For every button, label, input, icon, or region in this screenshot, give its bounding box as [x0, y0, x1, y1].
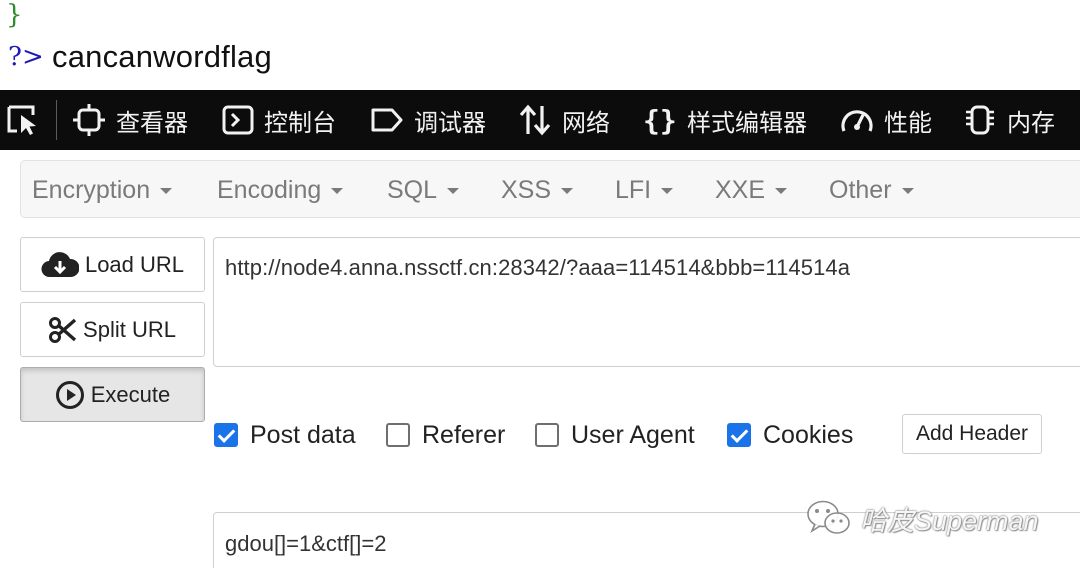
menu-other-label: Other	[829, 175, 892, 204]
url-textarea[interactable]: http://node4.anna.nssctf.cn:28342/?aaa=1…	[213, 237, 1080, 367]
tab-debugger[interactable]: 调试器	[370, 90, 486, 150]
caret-down-icon	[447, 188, 460, 194]
menu-encoding-label: Encoding	[217, 175, 322, 204]
caret-down-icon	[561, 188, 574, 194]
tab-network[interactable]: 网络	[518, 90, 610, 150]
split-url-label: Split URL	[83, 316, 176, 342]
tab-inspector[interactable]: 查看器	[72, 90, 188, 150]
cookies-checkbox[interactable]	[727, 423, 751, 447]
scissors-icon	[49, 316, 77, 343]
referer-label: Referer	[422, 420, 506, 449]
php-closing-brace: }	[6, 0, 23, 30]
network-arrows-icon	[519, 104, 551, 136]
menu-sql-label: SQL	[387, 175, 438, 204]
caret-down-icon	[160, 188, 173, 194]
cookies-label: Cookies	[763, 420, 854, 449]
php-echo-output: cancanwordflag	[52, 39, 272, 74]
tab-inspector-label: 查看器	[116, 108, 188, 137]
menu-xss-label: XSS	[501, 175, 552, 204]
menu-encoding[interactable]: Encoding	[217, 161, 344, 219]
console-icon	[222, 105, 254, 135]
play-circle-icon	[55, 380, 84, 409]
url-value: http://node4.anna.nssctf.cn:28342/?aaa=1…	[225, 255, 851, 280]
load-url-button[interactable]: Load URL	[20, 237, 205, 292]
devtools-toolbar: 查看器 控制台 调试器 网络 {} 样式编辑器 性能 内存	[0, 90, 1080, 150]
post-data-option[interactable]: Post data	[214, 418, 356, 452]
menu-other[interactable]: Other	[829, 161, 914, 219]
php-closing-tag: ?>	[8, 42, 44, 72]
split-url-button[interactable]: Split URL	[20, 302, 205, 357]
menu-sql[interactable]: SQL	[387, 161, 460, 219]
tab-network-label: 网络	[562, 108, 610, 137]
cloud-download-icon	[41, 251, 79, 277]
chip-icon	[966, 105, 994, 135]
hackbar-menu-bar: Encryption Encoding SQL XSS LFI XXE Othe…	[20, 160, 1080, 218]
menu-encryption-label: Encryption	[32, 175, 151, 204]
execute-label: Execute	[90, 381, 171, 407]
svg-text:{}: {}	[643, 104, 677, 136]
add-header-button[interactable]: Add Header	[902, 414, 1042, 454]
menu-encryption[interactable]: Encryption	[32, 161, 173, 219]
post-data-checkbox[interactable]	[214, 423, 238, 447]
caret-down-icon	[661, 188, 674, 194]
tab-style-editor[interactable]: {} 样式编辑器	[643, 90, 807, 150]
inspector-icon	[73, 104, 105, 136]
user-agent-checkbox[interactable]	[535, 423, 559, 447]
menu-xxe-label: XXE	[715, 175, 766, 204]
load-url-label: Load URL	[84, 251, 185, 277]
tab-debugger-label: 调试器	[414, 108, 486, 137]
menu-xss[interactable]: XSS	[501, 161, 574, 219]
tab-console-label: 控制台	[264, 108, 336, 137]
caret-down-icon	[775, 188, 788, 194]
menu-lfi-label: LFI	[615, 175, 652, 204]
braces-icon: {}	[643, 104, 677, 136]
tab-memory-label: 内存	[1007, 108, 1055, 137]
php-output-area: } ?> cancanwordflag	[0, 0, 1080, 90]
watermark: 哈皮Superman	[806, 496, 1039, 540]
wechat-icon	[807, 500, 850, 534]
tab-performance[interactable]: 性能	[840, 90, 932, 150]
referer-checkbox[interactable]	[386, 423, 410, 447]
tab-console[interactable]: 控制台	[222, 90, 336, 150]
gauge-icon	[841, 110, 873, 132]
debugger-icon	[371, 108, 403, 132]
toolbar-separator	[56, 100, 57, 140]
element-picker-icon[interactable]	[6, 104, 42, 136]
referer-option[interactable]: Referer	[386, 418, 505, 452]
tab-memory[interactable]: 内存	[963, 90, 1055, 150]
post-data-label: Post data	[250, 420, 356, 449]
caret-down-icon	[901, 188, 914, 194]
post-data-value: gdou[]=1&ctf[]=2	[225, 531, 387, 556]
user-agent-label: User Agent	[571, 420, 695, 449]
user-agent-option[interactable]: User Agent	[535, 418, 695, 452]
watermark-text: 哈皮Superman	[860, 505, 1039, 536]
tab-performance-label: 性能	[884, 108, 932, 137]
execute-button[interactable]: Execute	[20, 367, 205, 422]
menu-xxe[interactable]: XXE	[715, 161, 788, 219]
menu-lfi[interactable]: LFI	[615, 161, 674, 219]
tab-style-editor-label: 样式编辑器	[687, 108, 807, 137]
caret-down-icon	[331, 188, 344, 194]
cookies-option[interactable]: Cookies	[727, 418, 853, 452]
